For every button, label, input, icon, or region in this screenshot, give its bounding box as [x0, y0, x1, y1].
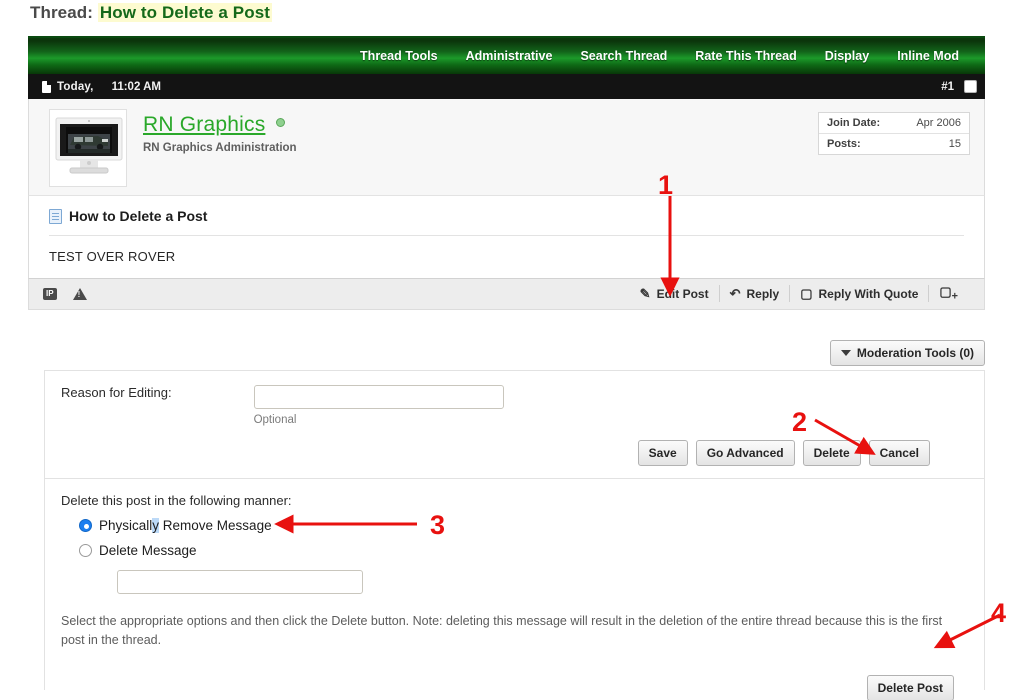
reason-for-editing-row: Reason for Editing: Optional	[45, 371, 984, 426]
moderation-tools-button[interactable]: Moderation Tools (0)	[830, 340, 985, 366]
radio-label: Delete Message	[99, 543, 197, 558]
stat-value: 15	[949, 138, 961, 150]
thread-name: How to Delete a Post	[98, 3, 272, 22]
reply-arrow-icon: ↶	[730, 287, 741, 300]
edit-post-label: Edit Post	[657, 287, 709, 301]
report-warning-icon[interactable]	[73, 288, 87, 300]
annotation-number-3: 3	[430, 512, 445, 539]
post-document-icon	[42, 81, 51, 93]
annotation-number-2: 2	[792, 409, 807, 436]
nav-search-thread[interactable]: Search Thread	[566, 49, 681, 63]
radio-delete-message[interactable]: Delete Message	[79, 543, 984, 558]
cancel-button[interactable]: Cancel	[869, 440, 930, 466]
post-date: Today,	[57, 81, 94, 93]
post-select-checkbox[interactable]	[964, 80, 977, 93]
delete-instructions-note: Select the appropriate options and then …	[45, 594, 965, 651]
stat-value: Apr 2006	[916, 117, 961, 129]
nav-display[interactable]: Display	[811, 49, 883, 63]
stat-row-posts: Posts: 15	[819, 134, 969, 154]
multi-quote-icon: ▢+	[939, 285, 958, 302]
annotation-number-1: 1	[658, 172, 673, 199]
radio-unselected-icon[interactable]	[79, 544, 92, 557]
delete-post-row: Delete Post	[45, 651, 984, 700]
post-message-text: TEST OVER ROVER	[49, 236, 964, 264]
reason-for-editing-label: Reason for Editing:	[61, 385, 172, 400]
nav-administrative[interactable]: Administrative	[452, 49, 567, 63]
post-header-bar: Today, 11:02 AM #1	[28, 74, 985, 99]
panel-main: Reason for Editing: Optional Save Go Adv…	[45, 370, 984, 690]
nav-rate-this-thread[interactable]: Rate This Thread	[681, 49, 810, 63]
post-number[interactable]: #1	[941, 81, 954, 93]
edit-delete-panel: Reason for Editing: Optional Save Go Adv…	[33, 370, 985, 690]
user-meta: RN Graphics RN Graphics Administration	[143, 109, 297, 187]
reply-with-quote-label: Reply With Quote	[818, 287, 918, 301]
radio-selected-icon[interactable]	[79, 519, 92, 532]
post-subject-icon	[49, 209, 62, 224]
stat-key: Posts:	[827, 138, 861, 150]
user-stats-box: Join Date: Apr 2006 Posts: 15	[818, 112, 970, 155]
panel-gutter	[33, 370, 45, 690]
stat-key: Join Date:	[827, 117, 880, 129]
reply-with-quote-button[interactable]: ▢ Reply With Quote	[790, 287, 928, 301]
page-title: Thread: How to Delete a Post	[30, 3, 272, 23]
moderation-tools-label: Moderation Tools (0)	[857, 346, 974, 360]
delete-post-button[interactable]: Delete Post	[867, 675, 954, 700]
delete-options-section: Delete this post in the following manner…	[45, 479, 984, 594]
radio-physically-remove-message[interactable]: Physically Remove Message	[79, 518, 984, 533]
post-container: Thread Tools Administrative Search Threa…	[28, 36, 985, 310]
quote-bubble-icon: ▢	[800, 287, 812, 300]
nav-thread-tools[interactable]: Thread Tools	[346, 49, 452, 63]
post-time: 11:02 AM	[112, 81, 161, 93]
radio-label: Physically Remove Message	[99, 518, 272, 533]
reply-label: Reply	[747, 287, 780, 301]
post-subject: How to Delete a Post	[49, 208, 964, 236]
reply-button[interactable]: ↶ Reply	[720, 287, 790, 301]
edit-post-button[interactable]: ✎ Edit Post	[630, 287, 719, 301]
delete-manner-label: Delete this post in the following manner…	[61, 493, 984, 508]
post-subject-text: How to Delete a Post	[69, 208, 207, 224]
multi-quote-button[interactable]: ▢+	[929, 285, 974, 302]
online-status-icon	[276, 118, 285, 127]
post-body: How to Delete a Post TEST OVER ROVER	[28, 195, 985, 278]
delete-button[interactable]: Delete	[803, 440, 861, 466]
pencil-icon: ✎	[640, 287, 651, 300]
annotation-number-4: 4	[991, 600, 1006, 627]
save-button[interactable]: Save	[638, 440, 688, 466]
avatar[interactable]	[49, 109, 127, 187]
user-title: RN Graphics Administration	[143, 142, 297, 154]
reason-for-editing-input[interactable]	[254, 385, 504, 409]
avatar-monitor-image	[52, 112, 126, 186]
post-user-strip: RN Graphics RN Graphics Administration J…	[28, 99, 985, 195]
chevron-down-icon	[841, 350, 851, 356]
edit-action-buttons: Save Go Advanced Delete Cancel	[45, 426, 984, 479]
thread-navbar: Thread Tools Administrative Search Threa…	[28, 36, 985, 74]
moderation-tools-row: Moderation Tools (0)	[28, 340, 985, 366]
thread-label: Thread:	[30, 3, 93, 22]
reason-optional-hint: Optional	[254, 414, 504, 426]
post-footer-toolbar: IP ✎ Edit Post ↶ Reply ▢ Reply With Quot…	[28, 278, 985, 310]
go-advanced-button[interactable]: Go Advanced	[696, 440, 795, 466]
ip-icon[interactable]: IP	[43, 288, 57, 300]
username-link[interactable]: RN Graphics	[143, 113, 265, 137]
nav-inline-mod[interactable]: Inline Mod	[883, 49, 973, 63]
stat-row-join-date: Join Date: Apr 2006	[819, 113, 969, 134]
delete-reason-input[interactable]	[117, 570, 363, 594]
